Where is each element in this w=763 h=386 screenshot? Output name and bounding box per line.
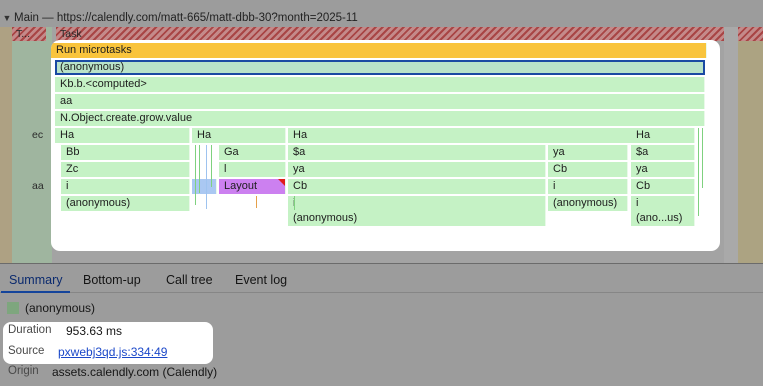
frame-anonymous[interactable]: (anonymous) — [548, 196, 628, 211]
frame-kb-computed[interactable]: Kb.b.<computed> — [55, 77, 705, 92]
frame-anonymous[interactable]: (anonymous) — [61, 196, 190, 211]
thin-frame — [698, 128, 699, 216]
thin-frame — [195, 145, 196, 205]
tab-call-tree[interactable]: Call tree — [166, 264, 213, 293]
main-track-header[interactable]: ▼ Main — https://calendly.com/matt-665/ma… — [0, 9, 763, 27]
thin-frame — [199, 145, 200, 193]
frame-ya[interactable]: ya — [288, 162, 546, 177]
flame-bg-stripe — [724, 27, 738, 263]
frame-cb[interactable]: Cb — [548, 162, 628, 177]
frame-n-object-create[interactable]: N.Object.create.grow.value — [55, 111, 705, 126]
flame-focus-region: Run microtasks (anonymous) Kb.b.<compute… — [51, 40, 720, 251]
origin-value: assets.calendly.com (Calendly) — [52, 365, 218, 379]
frame-cb[interactable]: Cb — [288, 179, 546, 194]
frame-ha[interactable]: Ha — [288, 128, 633, 143]
thin-frame — [702, 128, 703, 188]
frame-aa[interactable]: aa — [55, 94, 705, 109]
tab-bottom-up[interactable]: Bottom-up — [83, 264, 141, 293]
frame-ya[interactable]: ya — [548, 145, 628, 160]
tab-event-log[interactable]: Event log — [235, 264, 287, 293]
summary-title: (anonymous) — [25, 301, 96, 315]
frame-ha[interactable]: Ha — [192, 128, 286, 143]
frame-layout-label: Layout — [224, 180, 258, 192]
thin-frame — [256, 196, 257, 208]
frame-i[interactable]: i — [631, 196, 695, 211]
details-tab-bar: Summary Bottom-up Call tree Event log — [0, 263, 763, 293]
category-color-swatch — [7, 302, 19, 314]
frame-dollar-a[interactable]: $a — [288, 145, 546, 160]
frame-ga[interactable]: Ga — [219, 145, 286, 160]
frame-ha[interactable]: Ha — [55, 128, 190, 143]
frame-dollar-a[interactable]: $a — [631, 145, 695, 160]
frame-i[interactable]: i — [61, 179, 190, 194]
task-bar-short-label: T... — [16, 28, 31, 40]
collapse-triangle-icon[interactable]: ▼ — [0, 9, 14, 27]
frame-cb[interactable]: Cb — [631, 179, 695, 194]
frame-ha[interactable]: Ha — [631, 128, 695, 143]
frame-run-microtasks[interactable]: Run microtasks — [51, 43, 707, 58]
frame-l[interactable]: l — [219, 162, 286, 177]
side-frame-ec[interactable]: ec — [28, 128, 50, 142]
frame-bb[interactable]: Bb — [61, 145, 190, 160]
long-task-warning-icon — [278, 179, 285, 186]
task-bar-right[interactable] — [738, 27, 763, 41]
frame-ya[interactable]: ya — [631, 162, 695, 177]
thin-frame — [211, 145, 212, 187]
frame-i[interactable]: i — [288, 196, 546, 211]
origin-label: Origin — [8, 365, 39, 377]
source-link[interactable]: pxwebj3qd.js:334:49 — [58, 345, 167, 359]
source-label: Source — [8, 345, 45, 357]
flame-bg-stripe — [738, 27, 763, 263]
flame-bg-stripe — [12, 27, 52, 263]
thin-frame — [294, 196, 295, 210]
thin-frame — [206, 145, 207, 209]
frame-zc[interactable]: Zc — [61, 162, 190, 177]
frame-layout[interactable]: Layout — [219, 179, 286, 194]
duration-label: Duration — [8, 324, 52, 336]
frame-anonymous[interactable]: (anonymous) — [288, 211, 546, 226]
frame-i[interactable]: i — [548, 179, 628, 194]
task-bar-label: Task — [60, 28, 82, 40]
frame-anonymous-selected[interactable]: (anonymous) — [55, 60, 705, 75]
tab-summary[interactable]: Summary — [0, 264, 72, 293]
main-track-title: Main — https://calendly.com/matt-665/mat… — [14, 12, 358, 24]
flame-bg-stripe — [0, 27, 12, 263]
side-frame-aa[interactable]: aa — [28, 179, 50, 193]
frame-anonymous-truncated[interactable]: (ano...us) — [631, 211, 695, 226]
duration-value: 953.63 ms — [66, 324, 123, 338]
task-bar[interactable] — [56, 27, 724, 41]
